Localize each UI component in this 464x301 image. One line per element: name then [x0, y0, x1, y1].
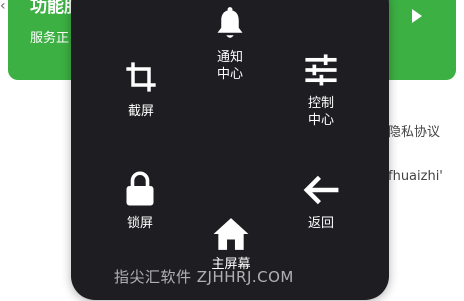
notification-label-line2: 中心	[216, 67, 243, 82]
card-subtitle: 服务正	[30, 31, 70, 46]
screenshot-button[interactable]: 截屏	[101, 60, 181, 120]
privacy-policy-link[interactable]: 隐私协议	[388, 121, 440, 140]
assistive-touch-menu: 通知 中心 截屏 控制 中心 锁屏 返回 主屏幕	[71, 0, 389, 300]
lock-screen-button[interactable]: 锁屏	[100, 171, 180, 232]
back-label: 返回	[307, 216, 334, 231]
crop-icon	[126, 62, 156, 92]
watermark: 指尖汇软件 ZJHHRJ.COM	[114, 268, 294, 286]
back-arrow-icon	[303, 175, 339, 205]
home-button[interactable]: 主屏幕	[191, 216, 271, 273]
back-button[interactable]: 返回	[281, 174, 361, 232]
tune-icon	[305, 54, 337, 86]
control-label-line1: 控制	[307, 96, 334, 111]
link-text: fhuaizhi'	[388, 169, 443, 184]
lock-label: 锁屏	[126, 216, 153, 231]
play-icon[interactable]	[412, 9, 422, 23]
control-center-button[interactable]: 控制 中心	[281, 53, 361, 129]
bell-icon	[217, 7, 243, 38]
lock-icon	[126, 171, 154, 206]
chevron-right-icon[interactable]: ›	[428, 0, 434, 2]
home-icon	[213, 218, 249, 250]
control-label-line2: 中心	[307, 113, 334, 128]
notification-center-button[interactable]: 通知 中心	[190, 6, 270, 83]
screenshot-label: 截屏	[127, 104, 154, 119]
back-arrow-icon[interactable]: ‹	[0, 0, 6, 14]
notification-label-line1: 通知	[216, 50, 243, 65]
